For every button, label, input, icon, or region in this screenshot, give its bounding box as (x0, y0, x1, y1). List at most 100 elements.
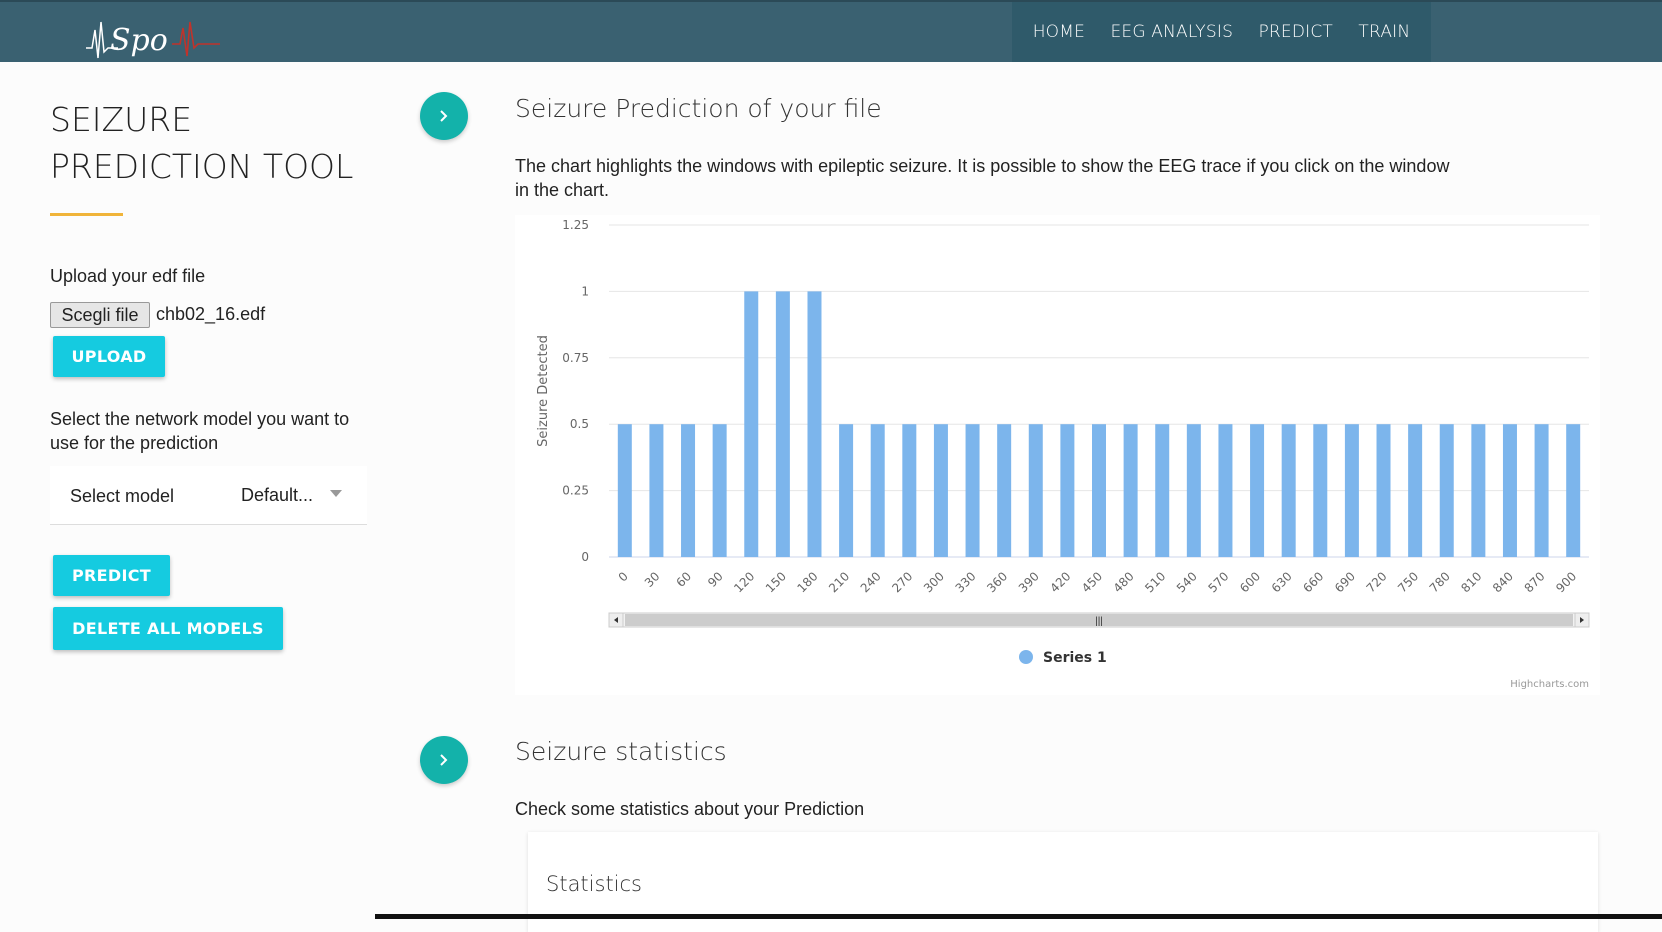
logo-text: Spo (110, 23, 168, 58)
legend-label[interactable]: Series 1 (1043, 650, 1107, 666)
bottom-bar (375, 914, 1662, 919)
chart-bar[interactable] (1186, 424, 1201, 557)
chart-bar[interactable] (839, 424, 854, 557)
x-tick-label: 270 (889, 569, 915, 595)
choose-file-button[interactable]: Scegli file (50, 302, 150, 328)
chart-credits[interactable]: Highcharts.com (1510, 679, 1589, 690)
chart-bar[interactable] (1028, 424, 1043, 557)
x-tick-label: 750 (1395, 569, 1421, 595)
prediction-title: Seizure Prediction of your file (515, 94, 882, 123)
chart-bar[interactable] (775, 291, 790, 557)
logo[interactable]: Spo (84, 8, 224, 64)
chart-bar[interactable] (965, 424, 980, 557)
model-select[interactable]: Select model Default... (50, 466, 367, 525)
chart-bar[interactable] (1566, 424, 1581, 557)
x-tick-label: 390 (1016, 569, 1042, 595)
y-tick-label: 0.75 (562, 351, 589, 365)
statistics-description: Check some statistics about your Predict… (515, 799, 865, 819)
statistics-card-title: Statistics (546, 872, 642, 896)
x-tick-label: 840 (1490, 569, 1516, 595)
chart-svg: 0 0.25 0.5 0.75 1 1.25 Seizure Detected 0 30 60 90… (536, 218, 1590, 690)
upload-label: Upload your edf file (50, 266, 206, 286)
x-tick-label: 180 (795, 569, 821, 595)
chart-bar[interactable] (681, 424, 696, 557)
chart-bar[interactable] (1155, 424, 1170, 557)
chart-bar[interactable] (1218, 424, 1233, 557)
y-tick-label: 0.25 (562, 484, 589, 498)
x-tick-label: 360 (984, 569, 1010, 595)
chart-bar[interactable] (1250, 424, 1265, 557)
chart-bar[interactable] (1281, 424, 1296, 557)
x-tick-label: 210 (826, 569, 852, 595)
select-label: Select model (70, 486, 175, 506)
x-tick-label: 570 (1205, 569, 1231, 595)
x-tick-label: 690 (1332, 569, 1358, 595)
nav-home[interactable]: HOME (1033, 22, 1085, 42)
chart-bar[interactable] (1313, 424, 1328, 557)
y-tick-label: 0 (581, 550, 589, 564)
chart-bar[interactable] (1123, 424, 1138, 557)
expand-statistics-button[interactable] (420, 736, 468, 784)
y-tick-label: 0.5 (570, 417, 589, 431)
upload-button[interactable]: UPLOAD (53, 336, 165, 377)
legend-marker[interactable] (1019, 650, 1033, 664)
chart-bar[interactable] (870, 424, 885, 557)
chart-bar[interactable] (1408, 424, 1423, 557)
delete-all-models-button[interactable]: DELETE ALL MODELS (53, 607, 283, 650)
file-name: chb02_16.edf (156, 304, 266, 324)
chart-bar[interactable] (933, 424, 948, 557)
y-axis-label: Seizure Detected (536, 335, 551, 447)
chart-bar[interactable] (997, 424, 1012, 557)
chart-bar[interactable] (1502, 424, 1517, 557)
nav-train[interactable]: TRAIN (1358, 22, 1410, 42)
navbar: Spo HOME EEG ANALYSIS PREDICT TRAIN (0, 0, 1662, 62)
x-tick-label: 810 (1458, 569, 1484, 595)
x-tick-label: 720 (1364, 569, 1390, 595)
title-underline (50, 213, 123, 216)
seizure-chart: 0 0.25 0.5 0.75 1 1.25 Seizure Detected 0 30 60 90… (515, 215, 1600, 695)
page-title-line1: SEIZURE (50, 100, 193, 139)
chart-bar[interactable] (1439, 424, 1454, 557)
chart-bar[interactable] (1060, 424, 1075, 557)
nav-predict[interactable]: PREDICT (1258, 22, 1333, 42)
x-tick-label: 660 (1300, 569, 1326, 595)
select-value[interactable]: Default... (241, 485, 313, 506)
x-tick-label: 0 (616, 569, 631, 584)
scrollbar-grip-icon: ||| (1095, 616, 1103, 627)
nav-menu: HOME EEG ANALYSIS PREDICT TRAIN (1012, 2, 1431, 62)
page-title: SEIZURE PREDICTION TOOL (50, 96, 370, 190)
chart-bar[interactable] (807, 291, 822, 557)
chart-bar[interactable] (744, 291, 759, 557)
chevron-right-icon (440, 110, 448, 122)
x-tick-label: 510 (1142, 569, 1168, 595)
nav-eeg-analysis[interactable]: EEG ANALYSIS (1110, 22, 1233, 42)
model-label: Select the network model you want to use… (50, 409, 350, 453)
chevron-down-icon[interactable] (330, 490, 342, 497)
chart-bar[interactable] (1344, 424, 1359, 557)
expand-prediction-button[interactable] (420, 92, 468, 140)
y-tick-label: 1 (581, 284, 589, 298)
x-tick-label: 30 (642, 569, 663, 590)
predict-button[interactable]: PREDICT (53, 555, 170, 596)
x-tick-label: 300 (921, 569, 947, 595)
chart-bar[interactable] (1471, 424, 1486, 557)
x-tick-label: 330 (953, 569, 979, 595)
chart-bar[interactable] (649, 424, 664, 557)
prediction-description: The chart highlights the windows with ep… (515, 156, 1450, 200)
statistics-title: Seizure statistics (515, 737, 727, 766)
chart-bar[interactable] (1092, 424, 1106, 557)
x-tick-label: 90 (705, 569, 726, 590)
x-tick-label: 60 (673, 569, 694, 590)
x-tick-label: 150 (763, 569, 789, 595)
x-tick-label: 780 (1427, 569, 1453, 595)
chart-bar[interactable] (617, 424, 632, 557)
x-tick-label: 450 (1079, 569, 1105, 595)
x-tick-label: 420 (1047, 569, 1073, 595)
x-tick-label: 630 (1269, 569, 1295, 595)
chart-bar[interactable] (1376, 424, 1391, 557)
chart-bar[interactable] (902, 424, 917, 557)
chart-bar[interactable] (712, 424, 727, 557)
chart-bar[interactable] (1534, 424, 1549, 557)
x-tick-label: 870 (1522, 569, 1548, 595)
x-tick-label: 240 (858, 569, 884, 595)
